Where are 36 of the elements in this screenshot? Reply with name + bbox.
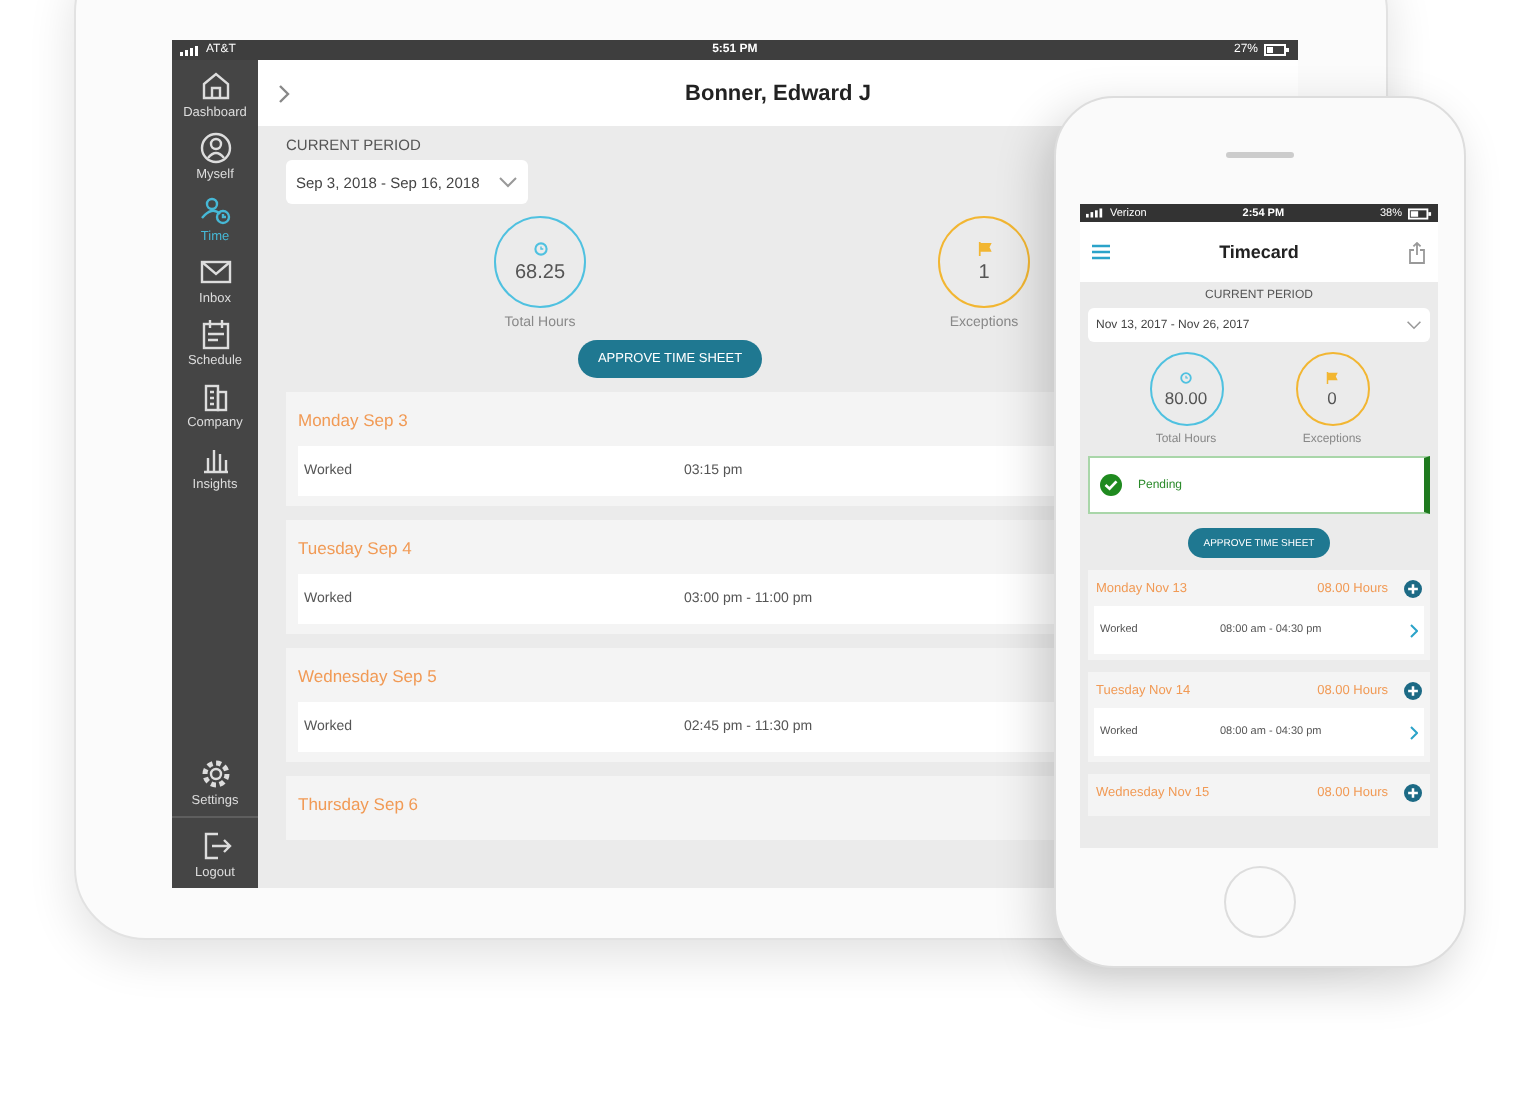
chevron-down-icon: [498, 176, 518, 188]
chevron-right-icon: [1410, 623, 1418, 637]
signal-icon: [180, 45, 200, 55]
plus-icon[interactable]: [1404, 681, 1422, 699]
building-icon: [199, 380, 231, 412]
clock-icon: [533, 241, 547, 255]
clock-icon: [1180, 371, 1192, 383]
flag-icon: [977, 241, 991, 255]
person-icon: [199, 132, 231, 164]
day-title: Monday Sep 3: [298, 410, 408, 430]
chevron-right-icon: [1410, 725, 1418, 739]
plus-icon[interactable]: [1404, 783, 1422, 801]
stat-value: 68.25: [514, 261, 566, 283]
day-title: Wednesday Sep 5: [298, 666, 437, 686]
check-circle-icon: [1100, 474, 1122, 496]
envelope-icon: [199, 256, 231, 288]
page-title: Bonner, Edward J: [685, 81, 871, 105]
flag-icon: [1326, 371, 1338, 383]
signal-icon: [1086, 208, 1104, 218]
house-icon: [199, 70, 231, 102]
people-clock-icon: [199, 194, 231, 226]
day-title: Tuesday Sep 4: [298, 538, 412, 558]
logout-icon: [199, 830, 231, 862]
share-icon[interactable]: [1407, 241, 1426, 263]
plus-icon[interactable]: [1404, 579, 1422, 597]
menu-icon[interactable]: [1092, 244, 1110, 260]
stat-value: 0: [1327, 387, 1337, 407]
stat-value: 1: [978, 261, 990, 283]
stat-value: 80.00: [1164, 387, 1208, 407]
day-title: Thursday Sep 6: [298, 794, 419, 814]
battery-icon: [1264, 44, 1290, 56]
chevron-down-icon: [1406, 320, 1422, 330]
settings-icon: [199, 758, 231, 790]
page-title: Timecard: [1219, 242, 1299, 262]
chevron-right-icon[interactable]: [278, 83, 290, 103]
calendar-icon: [199, 318, 231, 350]
